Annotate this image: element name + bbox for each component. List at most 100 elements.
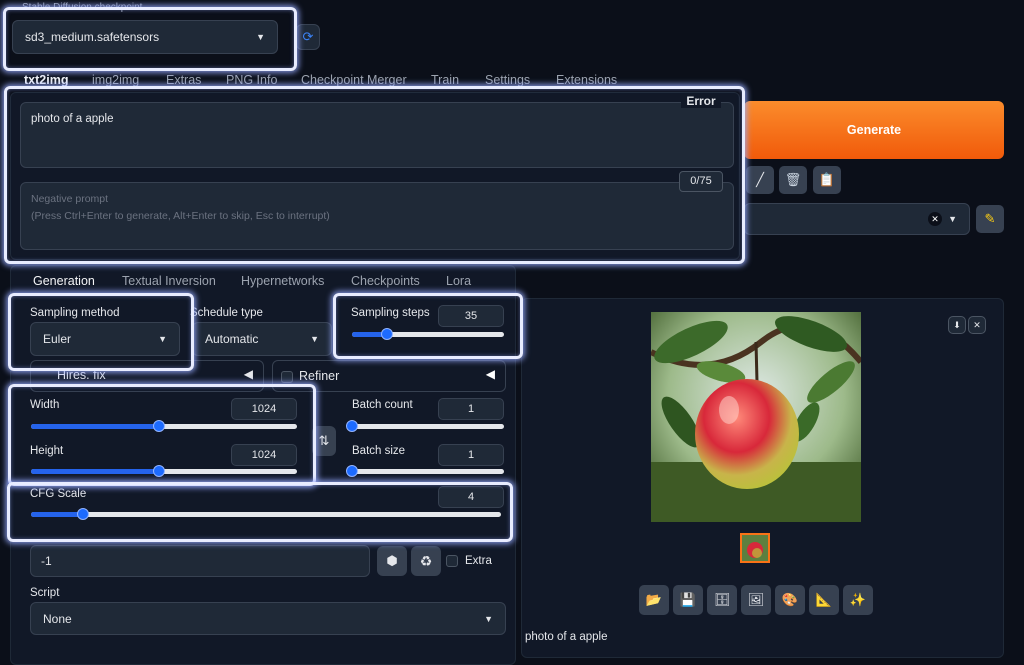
tab-txt2img[interactable]: txt2img <box>24 73 68 87</box>
tab-png-info[interactable]: PNG Info <box>226 73 277 87</box>
sampling-method-dropdown[interactable]: Euler ▼ <box>30 322 180 356</box>
collapse-arrow-icon: ◀ <box>243 367 253 381</box>
error-badge: Error <box>681 94 721 108</box>
script-dropdown[interactable]: None ▼ <box>30 602 506 635</box>
tab-textual-inversion[interactable]: Textual Inversion <box>122 274 216 288</box>
refiner-checkbox[interactable] <box>281 371 293 383</box>
zip-button[interactable]: 🗄 <box>707 585 737 615</box>
checkpoint-dropdown[interactable]: sd3_medium.safetensors ▼ <box>12 20 278 54</box>
thumbnail-image[interactable] <box>740 533 770 563</box>
tab-checkpoint-merger[interactable]: Checkpoint Merger <box>301 73 407 87</box>
chevron-down-icon: ▼ <box>310 334 319 344</box>
tab-lora[interactable]: Lora <box>446 274 471 288</box>
clear-prompt-button[interactable]: 🗑 <box>779 166 807 194</box>
download-button[interactable]: ⬇ <box>948 316 966 334</box>
refiner-accordion[interactable]: Refiner ◀ <box>272 360 506 392</box>
extra-seed-label: Extra <box>465 555 492 567</box>
width-fill <box>31 424 159 429</box>
tab-extensions[interactable]: Extensions <box>556 73 617 87</box>
batch-count-label: Batch count <box>352 399 413 411</box>
hires-fix-label: Hires. fix <box>57 368 106 382</box>
extra-seed-checkbox[interactable] <box>446 555 458 567</box>
recycle-icon: ♻ <box>419 552 433 569</box>
close-gallery-button[interactable]: ✕ <box>968 316 986 334</box>
checkpoint-label: Stable Diffusion checkpoint <box>22 2 143 13</box>
swap-icon: ⇅ <box>318 433 330 448</box>
hires-fix-accordion[interactable]: Hires. fix ◀ <box>30 360 264 392</box>
sampling-method-value: Euler <box>43 332 72 346</box>
tab-settings[interactable]: Settings <box>485 73 530 87</box>
script-value: None <box>43 611 72 626</box>
schedule-type-value: Automatic <box>205 332 259 346</box>
batch-count-track[interactable] <box>352 424 504 429</box>
batch-size-track[interactable] <box>352 469 504 474</box>
chevron-down-icon: ▼ <box>484 613 493 624</box>
cfg-scale-label: CFG Scale <box>30 488 87 500</box>
tab-hypernetworks[interactable]: Hypernetworks <box>241 274 324 288</box>
batch-count-input[interactable]: 1 <box>438 398 504 420</box>
prompt-input[interactable]: photo of a apple <box>20 102 734 168</box>
width-thumb[interactable] <box>152 420 165 432</box>
upscale-button[interactable]: ✨ <box>843 585 873 615</box>
save-icon: 💾 <box>679 592 697 607</box>
open-folder-button[interactable]: 📂 <box>639 585 669 615</box>
tab-checkpoints[interactable]: Checkpoints <box>351 274 420 288</box>
refresh-checkpoint-button[interactable]: ⟳ <box>296 24 320 50</box>
tab-generation[interactable]: Generation <box>33 274 95 288</box>
height-thumb[interactable] <box>152 465 165 477</box>
clear-icon[interactable]: ✕ <box>928 212 943 226</box>
cfg-scale-fill <box>31 512 83 517</box>
pencil-icon: ✎ <box>984 211 996 226</box>
download-icon: ⬇ <box>953 319 961 330</box>
sampling-steps-thumb[interactable] <box>380 328 393 340</box>
save-button[interactable]: 💾 <box>673 585 703 615</box>
apple-thumbnail <box>742 535 768 561</box>
tab-extras[interactable]: Extras <box>166 73 201 87</box>
sampling-steps-input[interactable]: 35 <box>438 305 504 327</box>
batch-size-label: Batch size <box>352 445 406 457</box>
close-icon: ✕ <box>973 319 981 330</box>
apple-picture <box>651 312 861 522</box>
swap-dimensions-button[interactable]: ⇅ <box>312 426 336 456</box>
script-label: Script <box>30 587 60 599</box>
sampling-method-label: Sampling method <box>30 307 120 319</box>
cfg-scale-input[interactable]: 4 <box>438 486 504 508</box>
negative-prompt-input[interactable]: Negative prompt (Press Ctrl+Enter to gen… <box>20 182 734 250</box>
paste-button[interactable]: 📋 <box>813 166 841 194</box>
cfg-scale-track[interactable] <box>31 512 501 517</box>
send-to-img2img-button[interactable]: 🖼 <box>741 585 771 615</box>
height-fill <box>31 469 159 474</box>
reuse-seed-button[interactable]: ♻ <box>411 546 441 576</box>
output-caption: photo of a apple <box>525 631 608 643</box>
send-to-extras-button[interactable]: 📐 <box>809 585 839 615</box>
generate-button[interactable]: Generate <box>744 101 1004 159</box>
styles-dropdown[interactable]: ✕ ▼ <box>744 203 970 235</box>
send-to-inpaint-button[interactable]: 🎨 <box>775 585 805 615</box>
batch-size-input[interactable]: 1 <box>438 444 504 466</box>
folder-icon: 📂 <box>645 592 663 607</box>
prompt-text: photo of a apple <box>31 113 114 125</box>
height-input[interactable]: 1024 <box>231 444 297 466</box>
sampling-steps-label: Sampling steps <box>351 307 430 319</box>
width-label: Width <box>30 399 60 411</box>
width-input[interactable]: 1024 <box>231 398 297 420</box>
schedule-type-label: Schedule type <box>190 307 263 319</box>
chevron-down-icon: ▼ <box>948 214 957 224</box>
batch-size-thumb[interactable] <box>346 465 358 477</box>
sparkle-icon: ✨ <box>849 592 867 607</box>
generated-image[interactable] <box>651 312 861 522</box>
schedule-type-dropdown[interactable]: Automatic ▼ <box>192 322 332 356</box>
negative-prompt-placeholder: Negative prompt <box>31 193 109 205</box>
tab-train[interactable]: Train <box>431 73 459 87</box>
collapse-arrow-icon: ◀ <box>485 367 495 381</box>
random-seed-button[interactable]: ⬢ <box>377 546 407 576</box>
trash-icon: 🗑 <box>784 172 802 187</box>
seed-input[interactable]: -1 <box>30 545 370 577</box>
seed-value: -1 <box>41 554 52 568</box>
tab-img2img[interactable]: img2img <box>92 73 139 87</box>
negative-prompt-hint: (Press Ctrl+Enter to generate, Alt+Enter… <box>31 210 330 222</box>
batch-count-thumb[interactable] <box>346 420 358 432</box>
cfg-scale-thumb[interactable] <box>76 508 89 520</box>
edit-styles-button[interactable]: ╱ <box>746 166 774 194</box>
apply-style-button[interactable]: ✎ <box>976 205 1004 233</box>
